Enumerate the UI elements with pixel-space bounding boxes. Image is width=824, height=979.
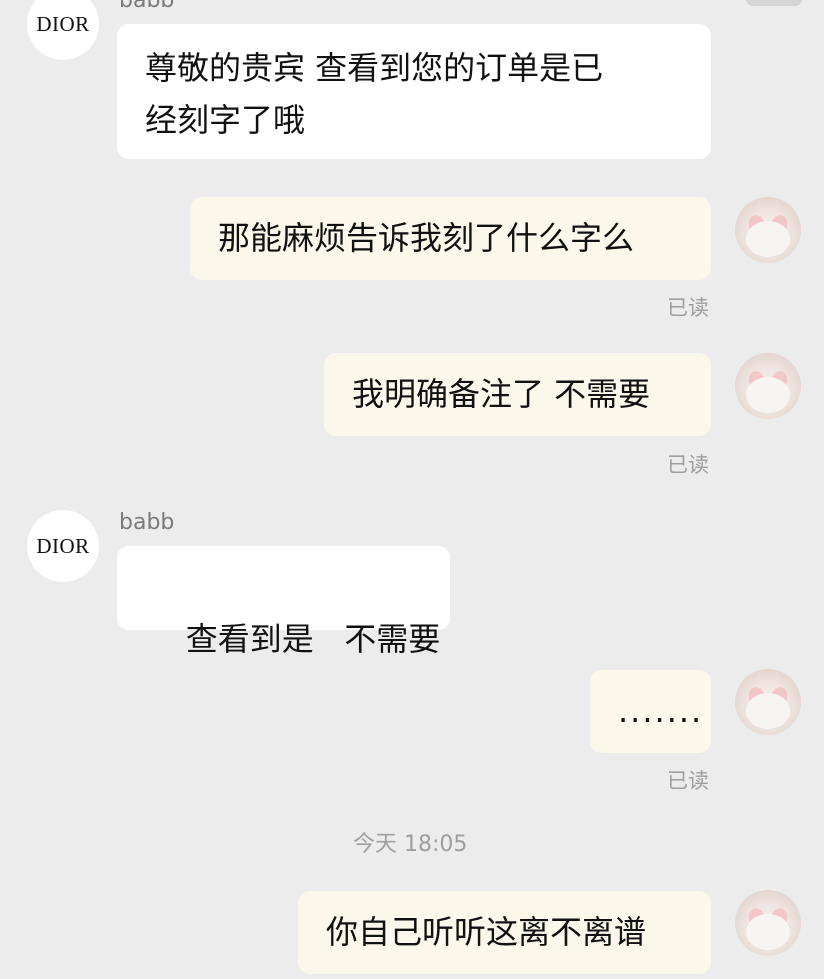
avatar-face: [746, 693, 790, 729]
user-avatar[interactable]: [735, 669, 801, 735]
dior-avatar[interactable]: DIOR: [27, 510, 99, 582]
read-status: 已读: [667, 453, 709, 477]
avatar-face: [746, 914, 790, 950]
message-bubble-outgoing[interactable]: 那能麻烦告诉我刻了什么字么: [190, 197, 711, 280]
chat-window: DIOR babb 尊敬的贵宾 查看到您的订单是已 经刻字了哦 那能麻烦告诉我刻…: [0, 0, 824, 979]
message-bubble-outgoing[interactable]: 你自己听听这离不离谱: [298, 891, 711, 974]
avatar-face: [746, 377, 790, 413]
message-text-line-1: 尊敬的贵宾 查看到您的订单是已: [145, 49, 604, 87]
message-text-line-2: 经刻字了哦: [145, 101, 306, 139]
read-status: 已读: [667, 769, 709, 793]
read-status: 已读: [667, 296, 709, 320]
message-text: 我明确备注了 不需要: [352, 375, 651, 413]
message-text: 那能麻烦告诉我刻了什么字么: [218, 219, 635, 257]
message-bubble-outgoing[interactable]: 我明确备注了 不需要: [324, 353, 711, 436]
top-scroll-edge: [746, 0, 802, 6]
message-bubble-incoming[interactable]: 查看到是 不需要: [117, 546, 450, 658]
message-bubble-outgoing[interactable]: .......: [590, 670, 711, 753]
user-avatar[interactable]: [735, 353, 801, 419]
avatar-face: [746, 221, 790, 257]
message-bubble-incoming[interactable]: 尊敬的贵宾 查看到您的订单是已 经刻字了哦: [117, 24, 711, 159]
message-text: 查看到是 不需要: [185, 620, 441, 658]
message-text: .......: [618, 692, 704, 730]
message-text: 你自己听听这离不离谱: [326, 913, 647, 951]
dior-avatar[interactable]: DIOR: [27, 0, 99, 60]
chat-timestamp: 今天 18:05: [353, 832, 468, 857]
user-avatar[interactable]: [735, 890, 801, 956]
sender-name: babb: [119, 0, 175, 13]
user-avatar[interactable]: [735, 197, 801, 263]
sender-name: babb: [119, 510, 175, 535]
avatar-logo-text: DIOR: [36, 533, 90, 558]
avatar-logo-text: DIOR: [36, 11, 90, 36]
